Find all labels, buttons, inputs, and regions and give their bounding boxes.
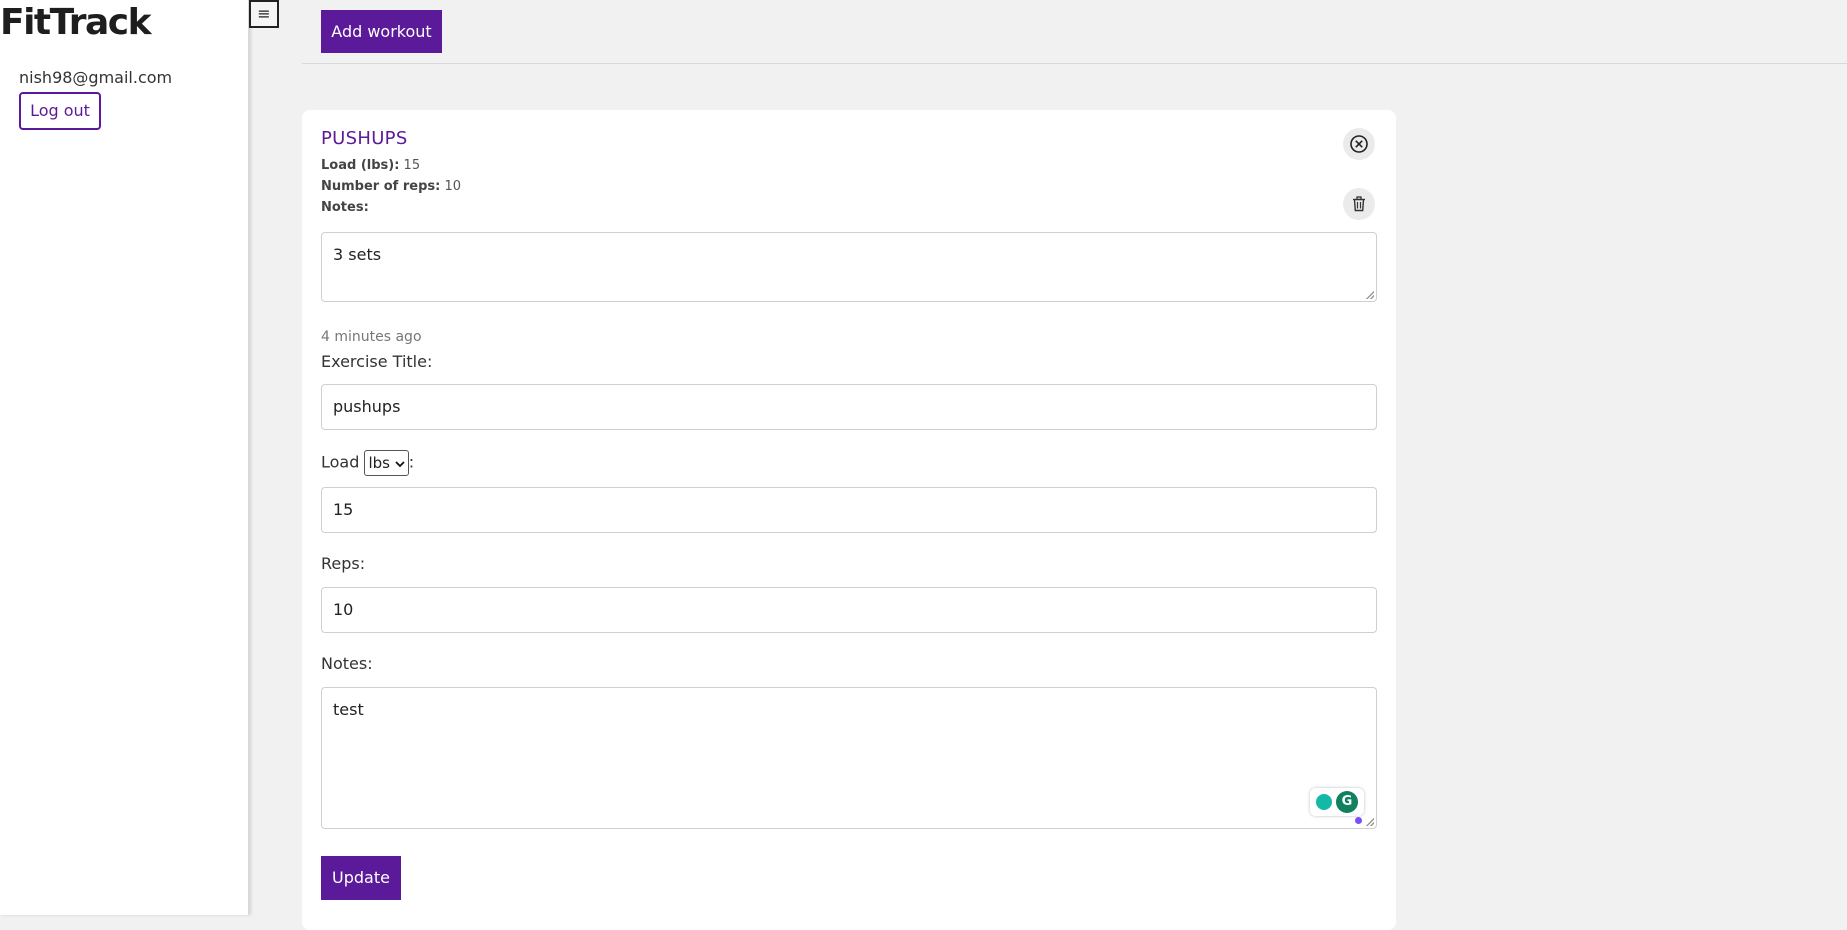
logout-button[interactable]: Log out: [19, 92, 101, 130]
notes-textarea[interactable]: test G: [321, 687, 1377, 829]
load-label: Load: [321, 452, 360, 472]
load-unit-value: lbs: [368, 454, 390, 472]
notes-label: Notes:: [321, 654, 373, 673]
exercise-title-value: pushups: [333, 397, 401, 416]
workout-notes-text: 3 sets: [333, 245, 382, 264]
grammarly-widget[interactable]: G: [1310, 788, 1364, 816]
workout-reps-label: Number of reps:: [321, 179, 441, 194]
lightbulb-icon: [1316, 794, 1332, 810]
reps-input[interactable]: 10: [321, 587, 1377, 633]
update-button[interactable]: Update: [321, 856, 401, 900]
load-input[interactable]: 15: [321, 487, 1377, 533]
grammarly-logo-icon: G: [1336, 791, 1358, 813]
resize-handle-icon[interactable]: [1366, 291, 1374, 299]
menu-toggle-button[interactable]: ≡: [249, 0, 279, 28]
reps-input-value: 10: [333, 600, 354, 619]
exercise-title-input[interactable]: pushups: [321, 384, 1377, 430]
workout-reps-value: 10: [444, 179, 462, 194]
app-logo: FitTrack: [0, 2, 152, 43]
resize-handle-icon[interactable]: [1366, 818, 1374, 826]
delete-workout-button[interactable]: [1343, 188, 1375, 220]
hamburger-icon: ≡: [257, 4, 271, 23]
header-divider: [302, 63, 1847, 64]
load-label-suffix: :: [408, 452, 415, 472]
reps-label: Reps:: [321, 554, 366, 573]
workout-notes-line: Notes:: [321, 200, 369, 215]
user-email: nish98@gmail.com: [19, 68, 173, 87]
workout-load-label: Load (lbs):: [321, 158, 400, 173]
load-unit-select[interactable]: lbs: [364, 450, 409, 476]
chevron-down-icon: [395, 460, 405, 467]
notes-textarea-value: test: [333, 700, 364, 719]
trash-icon: [1353, 196, 1365, 212]
load-input-value: 15: [333, 500, 354, 519]
workout-notes-display[interactable]: 3 sets: [321, 232, 1377, 302]
workout-load-line: Load (lbs): 15: [321, 158, 420, 173]
close-circle-icon: [1350, 135, 1368, 153]
workout-timestamp: 4 minutes ago: [321, 329, 422, 345]
add-workout-button[interactable]: Add workout: [321, 10, 442, 53]
workout-title: PUSHUPS: [321, 128, 408, 149]
exercise-title-label: Exercise Title:: [321, 352, 433, 371]
workout-load-value: 15: [403, 158, 421, 173]
sidebar: FitTrack nish98@gmail.com Log out: [0, 0, 249, 915]
status-dot-icon: [1355, 817, 1362, 824]
load-label-row: Load lbs :: [321, 450, 414, 476]
close-edit-button[interactable]: [1343, 128, 1375, 160]
workout-card: PUSHUPS Load (lbs): 15 Number of reps: 1…: [302, 110, 1396, 930]
workout-reps-line: Number of reps: 10: [321, 179, 461, 194]
workout-notes-label: Notes:: [321, 200, 369, 215]
